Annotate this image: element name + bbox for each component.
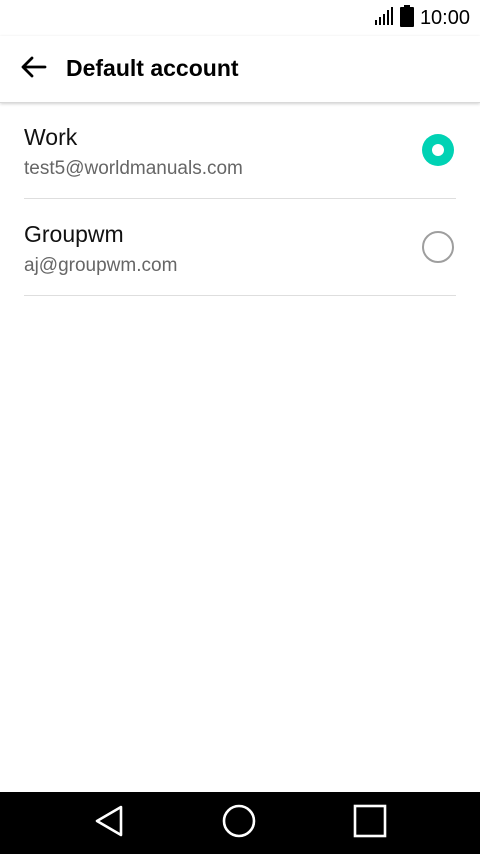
recents-square-icon bbox=[353, 804, 387, 843]
app-bar: Default account bbox=[0, 36, 480, 103]
account-name: Work bbox=[24, 124, 78, 150]
account-row-groupwm[interactable]: Groupwm aj@groupwm.com bbox=[24, 199, 456, 296]
account-email: aj@groupwm.com bbox=[24, 255, 178, 276]
nav-recents-button[interactable] bbox=[347, 800, 393, 846]
account-email: test5@worldmanuals.com bbox=[24, 158, 243, 179]
back-button[interactable] bbox=[14, 50, 52, 88]
arrow-back-icon bbox=[19, 55, 47, 84]
radio-dot bbox=[432, 144, 444, 156]
battery-icon bbox=[399, 4, 414, 32]
radio-button-selected[interactable] bbox=[422, 134, 454, 166]
radio-button-unselected[interactable] bbox=[422, 231, 454, 263]
nav-home-button[interactable] bbox=[216, 800, 262, 846]
account-row-work[interactable]: Work test5@worldmanuals.com bbox=[24, 102, 456, 199]
signal-icon bbox=[374, 6, 394, 31]
home-circle-icon bbox=[221, 803, 257, 844]
account-name: Groupwm bbox=[24, 221, 124, 247]
status-bar: 10:00 bbox=[0, 0, 480, 36]
navigation-bar bbox=[0, 792, 480, 854]
account-list: Work test5@worldmanuals.com Groupwm aj@g… bbox=[24, 102, 456, 296]
status-time: 10:00 bbox=[419, 6, 470, 29]
status-icons: 10:00 bbox=[374, 4, 470, 32]
nav-back-button[interactable] bbox=[86, 800, 132, 846]
back-triangle-icon bbox=[93, 804, 125, 843]
page-title: Default account bbox=[66, 55, 239, 81]
